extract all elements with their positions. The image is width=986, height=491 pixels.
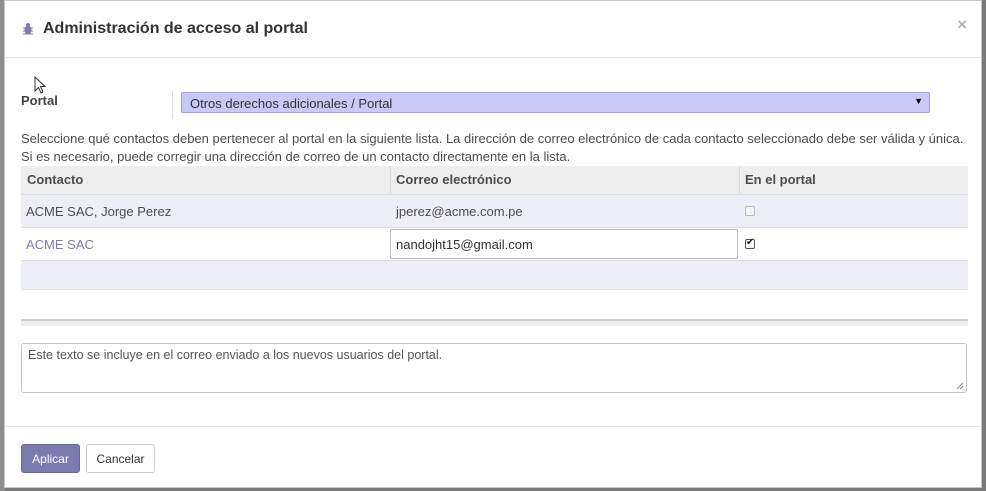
column-divider	[390, 166, 391, 194]
help-text-line: Seleccione qué contactos deben pertenece…	[21, 131, 964, 146]
in-portal-checkbox[interactable]: ✔	[745, 237, 755, 249]
contact-name-link[interactable]: ACME SAC	[26, 237, 94, 252]
column-divider	[739, 166, 740, 194]
portal-select-value: Otros derechos adicionales / Portal	[190, 96, 393, 111]
table-empty-row	[21, 261, 968, 290]
bug-icon	[23, 23, 33, 35]
dialog-header: Administración de acceso al portal ×	[5, 1, 981, 58]
column-header-contact[interactable]: Contacto	[27, 172, 83, 187]
dialog-title: Administración de acceso al portal	[43, 20, 308, 37]
table-row[interactable]: ACME SAC, Jorge Perez jperez@acme.com.pe	[21, 195, 968, 228]
apply-button[interactable]: Aplicar	[21, 444, 80, 473]
portal-select[interactable]: Otros derechos adicionales / Portal ▼	[181, 92, 930, 113]
contacts-table: Contacto Correo electrónico En el portal…	[21, 166, 968, 290]
column-header-email[interactable]: Correo electrónico	[396, 172, 512, 187]
contact-email[interactable]: jperez@acme.com.pe	[396, 204, 523, 219]
table-footer	[21, 319, 968, 326]
help-text: Seleccione qué contactos deben pertenece…	[21, 130, 971, 166]
contact-name: ACME SAC, Jorge Perez	[26, 204, 172, 219]
resize-grip-icon[interactable]	[956, 382, 964, 390]
column-header-in-portal[interactable]: En el portal	[745, 172, 816, 187]
footer-divider	[5, 426, 981, 427]
close-button[interactable]: ×	[957, 15, 967, 35]
portal-access-dialog: Administración de acceso al portal × Por…	[4, 0, 982, 488]
welcome-message-text: Este texto se incluye en el correo envia…	[28, 348, 443, 362]
welcome-message-textarea[interactable]: Este texto se incluye en el correo envia…	[21, 343, 967, 393]
field-separator	[172, 91, 173, 119]
caret-down-icon: ▼	[914, 96, 923, 106]
email-field[interactable]: nandojht15@gmail.com	[390, 229, 738, 259]
checkmark-icon: ✔	[746, 237, 755, 248]
portal-label: Portal	[21, 93, 58, 108]
table-header: Contacto Correo electrónico En el portal	[21, 166, 968, 195]
in-portal-checkbox[interactable]	[745, 206, 755, 216]
help-text-line: Si es necesario, puede corregir una dire…	[21, 149, 571, 164]
cancel-button[interactable]: Cancelar	[86, 444, 155, 473]
table-row[interactable]: ACME SAC nandojht15@gmail.com ✔	[21, 228, 968, 261]
